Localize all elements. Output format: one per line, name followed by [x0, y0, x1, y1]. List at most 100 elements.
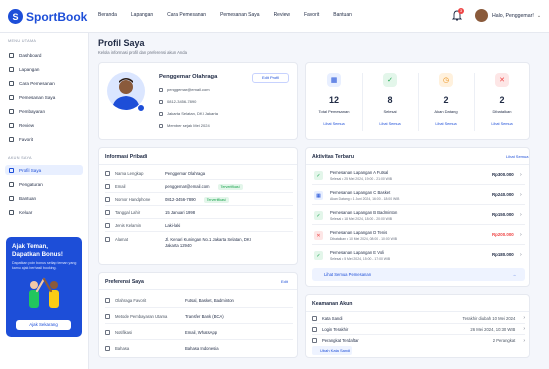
globe-icon [105, 346, 110, 351]
dashboard-icon [9, 52, 14, 58]
stat-link[interactable]: Lihat Semua [362, 122, 418, 126]
sidebar-item-lapangan[interactable]: Lapangan [5, 64, 83, 74]
main-nav: Beranda Lapangan Cara Pemesanan Pemesana… [98, 12, 366, 18]
camera-icon[interactable] [137, 104, 145, 112]
activity-name: Pemesanan Lapangan C Basket [330, 190, 391, 195]
referral-promo: Ajak Teman, Dapatkan Bonus! Dapatkan poi… [6, 237, 82, 337]
bell-icon [105, 329, 110, 335]
sidebar-item-pengaturan[interactable]: Pengaturan [5, 179, 83, 189]
nav-bantuan[interactable]: Bantuan [333, 12, 352, 18]
stat-link[interactable]: Lihat Semua [418, 122, 474, 126]
user-menu[interactable]: Halo, Penggemar! ⌄ [475, 9, 541, 22]
view-all-bookings-label: Lihat Semua Pemesanan [324, 272, 372, 277]
sidebar-item-cara-pemesanan[interactable]: Cara Pemesanan [5, 78, 83, 88]
activity-item[interactable]: ▦ Pemesanan Lapangan C Basket Akan Datan… [312, 186, 525, 205]
logout-icon [9, 209, 14, 215]
sidebar-item-keluar[interactable]: Keluar [5, 207, 83, 217]
location-icon [105, 237, 110, 242]
high-five-illustration [29, 277, 59, 308]
info-value: Penggemar Olahraga [165, 171, 206, 176]
phone-icon [159, 99, 163, 104]
sidebar-item-favorit[interactable]: Favorit [5, 134, 83, 144]
change-password-button[interactable]: Ubah Kata Sandi [312, 346, 352, 355]
nav-pemesanan-saya[interactable]: Pemesanan Saya [220, 12, 259, 18]
nav-review[interactable]: Review [274, 12, 290, 18]
profile-card: Penggemar Olahraga penggemar@email.com 0… [98, 62, 298, 140]
chevron-down-icon: ⌄ [536, 12, 542, 19]
activity-item[interactable]: ✓ Pemesanan Lapangan B Badminton Selesai… [312, 206, 525, 225]
section-title: Keamanan Akun [312, 301, 353, 307]
device-icon [312, 338, 317, 343]
activity-item[interactable]: ✓ Pemesanan Lapangan A Futsal Selesai • … [312, 166, 525, 185]
security-label: Login Terakhir [322, 326, 349, 332]
profile-member-line: Member sejak Mei 2024 [159, 123, 210, 128]
sidebar-item-label: Pembayaran [19, 108, 46, 114]
nav-lapangan[interactable]: Lapangan [131, 12, 153, 18]
pref-row-notification: Notifikasi Email, WhatsApp [105, 325, 293, 340]
stat-link[interactable]: Lihat Semua [474, 122, 530, 126]
chevron-right-icon: › [520, 192, 522, 198]
preferences-card: Preferensi Saya Edit Olahraga Favorit Fut… [98, 272, 298, 358]
logo[interactable]: S SportBook [8, 9, 87, 24]
card-icon [105, 313, 110, 319]
stat-link[interactable]: Lihat Semua [306, 122, 362, 126]
arrow-right-icon: → [512, 272, 517, 277]
heart-icon [9, 136, 14, 142]
sidebar-item-dashboard[interactable]: Dashboard [5, 50, 83, 60]
security-value: 2 Perangkat [492, 338, 516, 343]
edit-profile-button[interactable]: Edit Profil [252, 73, 289, 83]
activity-item[interactable]: ✓ Pemesanan Lapangan E Voli Selesai • 5 … [312, 246, 525, 265]
nav-beranda[interactable]: Beranda [98, 12, 117, 18]
stat-akan-datang: ◷ 2 Akan Datang Lihat Semua [418, 63, 474, 141]
stat-total: ▦ 12 Total Pemesanan Lihat Semua [306, 63, 362, 141]
chevron-right-icon: › [520, 172, 522, 178]
info-value: 15 Januari 1998 [165, 210, 196, 215]
calendar-icon [159, 123, 163, 128]
sidebar-item-label: Dashboard [19, 52, 42, 58]
view-all-activity-link[interactable]: Lihat Semua [506, 154, 528, 159]
profile-location-line: Jakarta Selatan, DKI Jakarta [159, 111, 218, 116]
edit-preferences-link[interactable]: Edit [281, 279, 288, 284]
clock-icon: ◷ [439, 73, 453, 87]
check-circle-icon: ✓ [314, 171, 323, 180]
sidebar-item-bantuan[interactable]: Bantuan [5, 193, 83, 203]
verified-badge: Terverifikasi [203, 196, 229, 203]
page-title: Profil Saya [98, 38, 145, 48]
security-row-last-login[interactable]: Login Terakhir 26 Mei 2024, 10:30 WIB › [312, 324, 525, 335]
sidebar-item-label: Favorit [19, 136, 34, 142]
profile-member-since: Member sejak Mei 2024 [167, 123, 210, 128]
info-row-name: Nama Lengkap Penggemar Olahraga [105, 168, 293, 180]
sidebar-item-pemesanan-saya[interactable]: Pemesanan Saya [5, 92, 83, 102]
invite-button[interactable]: Ajak Sekarang [16, 320, 71, 330]
sidebar-item-pembayaran[interactable]: Pembayaran [5, 106, 83, 116]
nav-cara-pemesanan[interactable]: Cara Pemesanan [167, 12, 206, 18]
promo-title: Ajak Teman, Dapatkan Bonus! [12, 243, 63, 258]
lock-icon [312, 315, 317, 321]
pref-label: Notifikasi [115, 329, 132, 335]
user-greeting: Halo, Penggemar! [492, 12, 534, 19]
sidebar-item-label: Pemesanan Saya [19, 94, 56, 100]
sidebar-item-profil-saya[interactable]: Profil Saya [5, 165, 83, 175]
view-all-bookings-button[interactable]: Lihat Semua Pemesanan → [312, 268, 525, 281]
security-row-password[interactable]: Kata Sandi Terakhir diubah 10 Mei 2024 › [312, 313, 525, 324]
stat-label: Akan Datang [434, 109, 458, 114]
gear-icon [9, 181, 14, 187]
x-circle-icon: ✕ [495, 73, 509, 87]
sidebar-item-label: Lapangan [19, 66, 40, 72]
promo-subtitle: Dapatkan poin bonus setiap teman yang ka… [12, 261, 77, 270]
profile-location: Jakarta Selatan, DKI Jakarta [167, 111, 218, 116]
phone-icon [105, 197, 110, 202]
sidebar-item-review[interactable]: Review [5, 120, 83, 130]
nav-favorit[interactable]: Favorit [304, 12, 319, 18]
calendar-icon [9, 94, 14, 100]
section-title: Aktivitas Terbaru [312, 154, 354, 160]
user-icon [9, 167, 14, 173]
pref-value: Transfer Bank (BCA) [185, 313, 224, 319]
sidebar-account-heading: AKUN SAYA [8, 156, 32, 160]
security-row-devices[interactable]: Perangkat Terdaftar 2 Perangkat › [312, 335, 525, 346]
activity-item[interactable]: ✕ Pemesanan Lapangan D Tenis Dibatalkan … [312, 226, 525, 245]
check-circle-icon: ✓ [314, 211, 323, 220]
account-security-card: Keamanan Akun Kata Sandi Terakhir diubah … [305, 294, 530, 358]
activity-time: Akan Datang • 1 Juni 2024, 16:00 - 18:00… [330, 197, 400, 201]
info-value: Jl. Kenari Kuningan No.1 Jakarta Selatan… [165, 237, 251, 248]
